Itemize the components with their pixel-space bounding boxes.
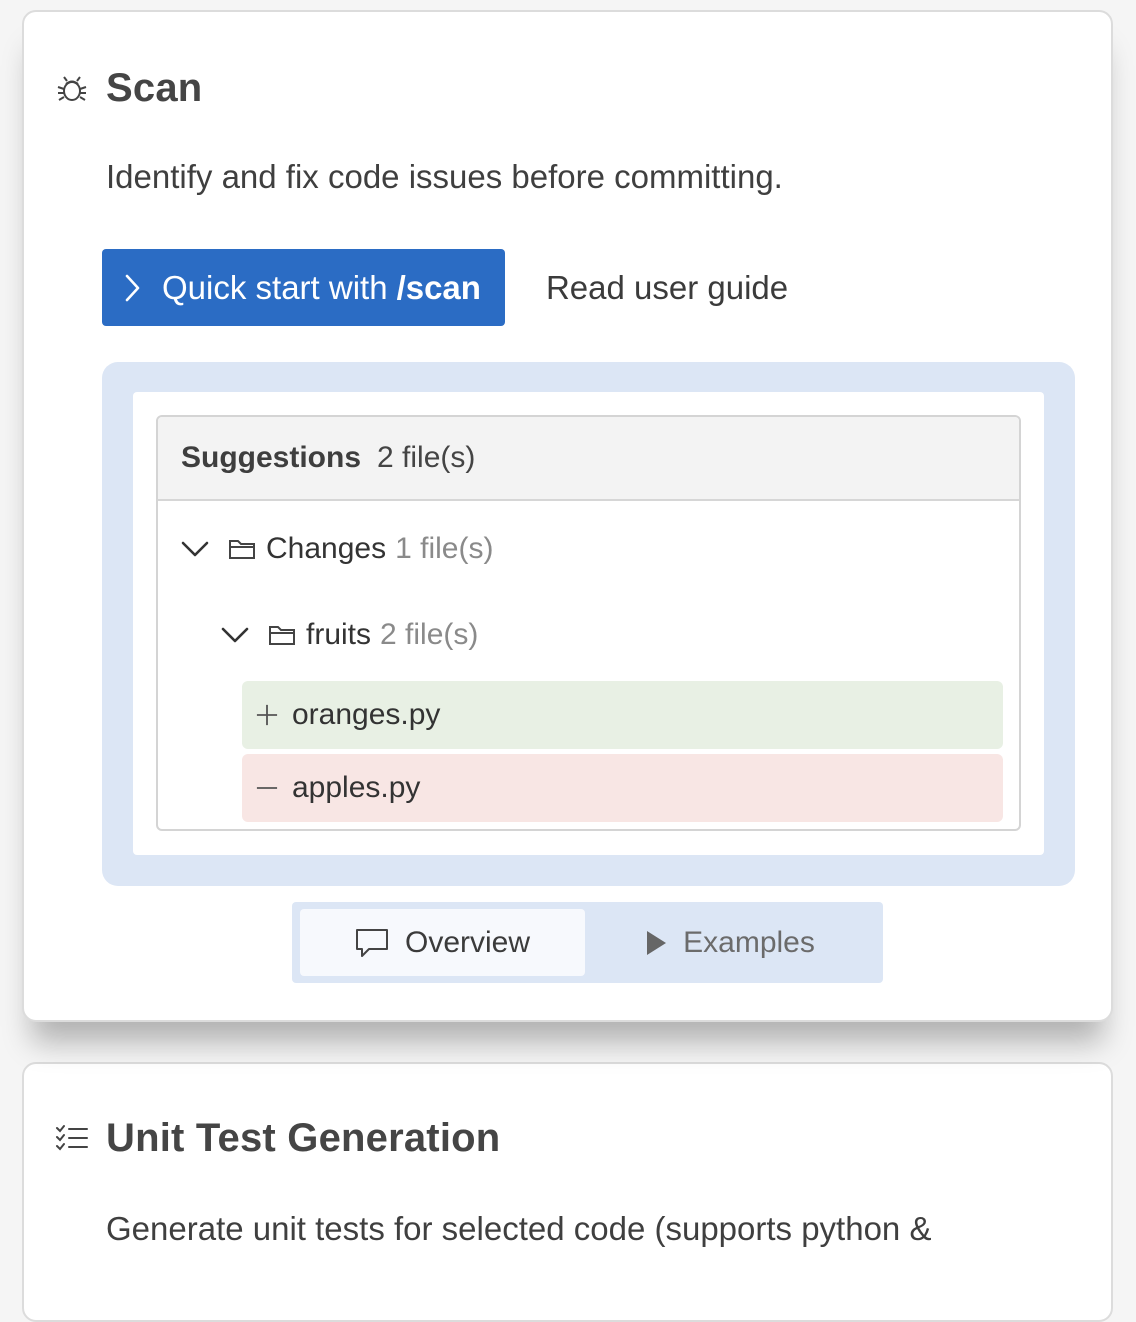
suggestions-header: Suggestions 2 file(s): [158, 417, 1019, 501]
preview-tabs: Overview Examples: [292, 902, 883, 983]
tree-folder-changes[interactable]: Changes 1 file(s): [180, 532, 493, 566]
preview-frame: Suggestions 2 file(s) Changes 1 file(s) …: [102, 362, 1075, 886]
unit-test-header: Unit Test Generation: [54, 1116, 500, 1161]
tab-label: Examples: [683, 925, 815, 959]
tab-examples[interactable]: Examples: [585, 909, 875, 976]
scan-card: Scan Identify and fix code issues before…: [22, 10, 1113, 1022]
file-name: oranges.py: [292, 698, 441, 731]
suggestions-panel: Suggestions 2 file(s) Changes 1 file(s) …: [156, 415, 1021, 831]
read-user-guide-link[interactable]: Read user guide: [546, 269, 788, 307]
quick-start-command: /scan: [396, 268, 481, 306]
quick-start-button[interactable]: Quick start with /scan: [102, 249, 505, 326]
unit-test-card: Unit Test Generation Generate unit tests…: [22, 1062, 1113, 1322]
file-name: apples.py: [292, 771, 421, 804]
folder-name: fruits: [306, 618, 372, 651]
folder-count: 2 file(s): [380, 618, 479, 651]
tab-label: Overview: [404, 925, 531, 959]
preview-inner: Suggestions 2 file(s) Changes 1 file(s) …: [133, 392, 1044, 855]
minus-icon: [256, 776, 278, 800]
file-row-added[interactable]: oranges.py: [242, 681, 1003, 749]
unit-test-title: Unit Test Generation: [106, 1116, 501, 1160]
comment-icon: [355, 928, 389, 958]
tab-overview[interactable]: Overview: [300, 909, 585, 976]
folder-icon: [228, 537, 256, 561]
unit-test-description: Generate unit tests for selected code (s…: [106, 1210, 932, 1247]
scan-actions: Quick start with /scan Read user guide: [102, 249, 788, 326]
scan-title: Scan: [106, 66, 203, 110]
scan-header: Scan: [54, 66, 202, 111]
checklist-icon: [54, 1121, 90, 1157]
chevron-down-icon: [180, 539, 210, 559]
folder-name: Changes: [266, 532, 387, 565]
scan-description: Identify and fix code issues before comm…: [106, 158, 783, 195]
suggestions-count: 2 file(s): [377, 441, 476, 474]
play-icon: [645, 930, 667, 956]
suggestions-title: Suggestions: [181, 441, 362, 474]
tree-folder-fruits[interactable]: fruits 2 file(s): [220, 618, 478, 652]
chevron-right-icon: [122, 272, 142, 304]
folder-count: 1 file(s): [395, 532, 494, 565]
plus-icon: [256, 703, 278, 727]
folder-icon: [268, 623, 296, 647]
bug-icon: [54, 71, 90, 107]
file-row-removed[interactable]: apples.py: [242, 754, 1003, 822]
chevron-down-icon: [220, 625, 250, 645]
quick-start-label: Quick start with: [162, 268, 388, 306]
